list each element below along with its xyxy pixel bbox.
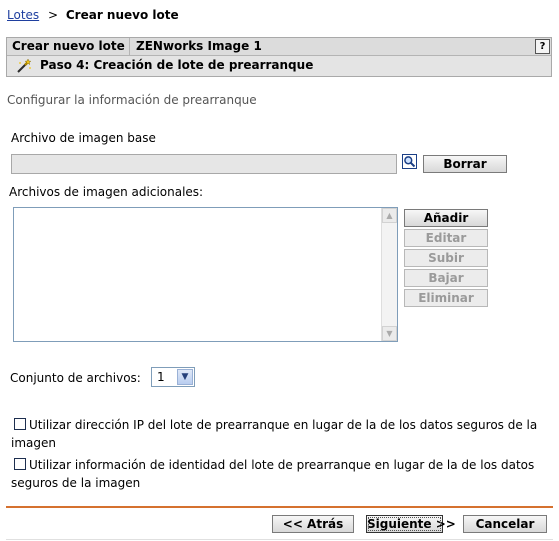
scroll-up-arrow-icon[interactable]: ▲ <box>382 208 397 223</box>
wizard-header: Crear nuevo lote ZENworks Image 1 ? Paso… <box>6 37 552 77</box>
breadcrumb-separator: > <box>47 8 59 22</box>
wizard-title: Crear nuevo lote <box>12 39 125 53</box>
list-scrollbar[interactable]: ▲ ▼ <box>381 208 397 341</box>
page-subtitle: Configurar la información de prearranque <box>7 93 257 107</box>
wand-icon <box>17 58 32 73</box>
wizard-step-bar: Paso 4: Creación de lote de prearranque <box>7 56 551 76</box>
remove-button[interactable]: Eliminar <box>404 289 488 307</box>
breadcrumb-link-lotes[interactable]: Lotes <box>7 8 39 22</box>
breadcrumb: Lotes > Crear nuevo lote <box>7 8 179 22</box>
footer-divider <box>6 506 553 508</box>
clear-button[interactable]: Borrar <box>423 155 507 173</box>
wizard-title-bar: Crear nuevo lote ZENworks Image 1 ? <box>7 38 551 56</box>
base-image-field[interactable] <box>11 154 397 174</box>
breadcrumb-current: Crear nuevo lote <box>65 8 179 22</box>
additional-images-label: Archivos de imagen adicionales: <box>9 185 204 199</box>
wizard-step-title: Paso 4: Creación de lote de prearranque <box>40 58 314 72</box>
use-identity-checkbox[interactable] <box>14 458 26 470</box>
move-up-button[interactable]: Subir <box>404 249 488 267</box>
wizard-title-divider <box>129 38 130 55</box>
add-button[interactable]: Añadir <box>404 209 488 227</box>
bottom-border <box>6 539 553 540</box>
additional-images-list[interactable]: ▲ ▼ <box>13 207 398 342</box>
wizard-bundle-name: ZENworks Image 1 <box>136 39 262 53</box>
help-button[interactable]: ? <box>535 39 550 54</box>
search-icon[interactable] <box>402 154 417 169</box>
base-image-label: Archivo de imagen base <box>11 131 156 145</box>
move-down-button[interactable]: Bajar <box>404 269 488 287</box>
use-ip-checkbox[interactable] <box>14 418 26 430</box>
cancel-button[interactable]: Cancelar <box>463 515 547 533</box>
edit-button[interactable]: Editar <box>404 229 488 247</box>
scroll-down-arrow-icon[interactable]: ▼ <box>382 326 397 341</box>
file-set-selected-value: 1 <box>157 370 165 384</box>
use-ip-option-label: Utilizar dirección IP del lote de prearr… <box>11 418 538 450</box>
file-set-label: Conjunto de archivos: <box>10 371 141 385</box>
file-set-select[interactable]: 1 ▼ <box>151 367 195 387</box>
back-button[interactable]: << Atrás <box>272 515 354 533</box>
chevron-down-icon[interactable]: ▼ <box>177 369 193 385</box>
use-identity-option-label: Utilizar información de identidad del lo… <box>11 458 535 490</box>
next-button[interactable]: Siguiente >> <box>366 515 456 533</box>
